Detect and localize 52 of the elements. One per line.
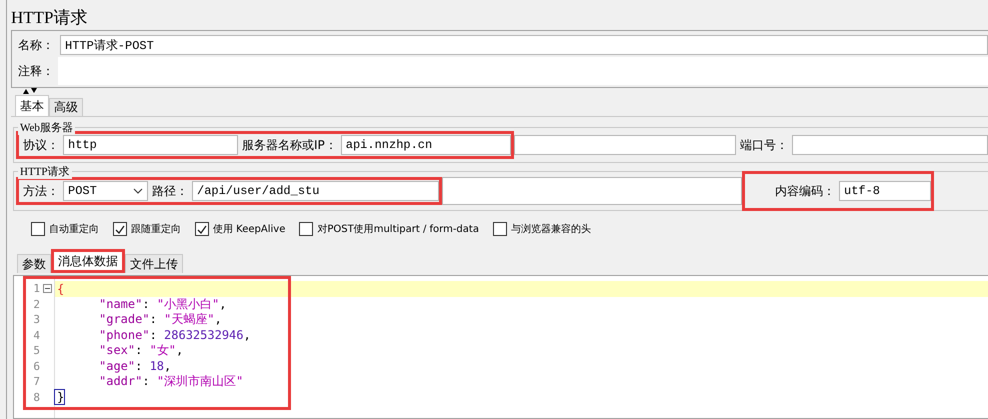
- panel-title: HTTP请求: [11, 7, 88, 29]
- code-line: "sex": "女",: [98, 342, 184, 360]
- code-line: "grade": "天蝎座",: [98, 311, 222, 328]
- server-label: 服务器名称或IP：: [241, 136, 338, 154]
- port-label: 端口号：: [738, 136, 789, 154]
- collapse-arrows-icon[interactable]: [23, 88, 37, 94]
- line-number: 6: [33, 360, 40, 373]
- protocol-field[interactable]: http: [63, 135, 238, 155]
- code-line: "age": 18,: [98, 359, 172, 374]
- line-number: 3: [33, 313, 40, 326]
- protocol-label: 协议：: [22, 136, 60, 154]
- checkbox-option[interactable]: 与浏览器兼容的头: [492, 222, 591, 236]
- encoding-label: 内容编码：: [774, 182, 836, 200]
- brace: {: [56, 282, 64, 296]
- path-label: 路径：: [151, 182, 189, 200]
- tab[interactable]: 文件上传: [125, 254, 183, 273]
- code-editor[interactable]: 1 2 3 4 5 6 7 8 { "name": "小黑小白", "grade": "天蝎座", "phone": 28632532946, "sex": "女", "age": 18, "addr": "深圳市南山区" }: [13, 275, 988, 419]
- checkbox-option[interactable]: 使用 KeepAlive: [195, 222, 286, 236]
- server-field[interactable]: api.nnzhp.cn: [340, 135, 511, 155]
- checkmark-icon: [115, 224, 125, 234]
- encoding-field[interactable]: utf-8: [839, 181, 931, 201]
- group-legend: HTTP请求: [18, 164, 72, 179]
- tab[interactable]: 参数: [17, 254, 51, 273]
- fold-icon: [43, 284, 52, 294]
- line-number: 7: [33, 375, 40, 388]
- method-dropdown[interactable]: POST: [63, 181, 148, 201]
- name-field[interactable]: HTTP请求-POST: [60, 35, 988, 55]
- comment-label: 注释：: [17, 62, 55, 80]
- text-field[interactable]: [442, 177, 742, 205]
- code-line: "phone": 28632532946,: [98, 328, 251, 342]
- port-field[interactable]: [792, 135, 988, 155]
- code-line: "addr": "深圳市南山区": [98, 373, 244, 390]
- brace: }: [55, 390, 64, 404]
- code-line: "name": "小黑小白",: [98, 296, 226, 313]
- path-field[interactable]: /api/user/add_stu: [192, 181, 439, 201]
- checkbox-option[interactable]: 对POST使用multipart / form-data: [299, 222, 479, 236]
- method-label: 方法：: [22, 182, 60, 200]
- text-field[interactable]: [514, 135, 736, 155]
- checkmark-icon: [197, 224, 207, 234]
- tab[interactable]: 基本: [15, 95, 49, 116]
- checkbox-option[interactable]: 自动重定向: [31, 222, 99, 236]
- name-label: 名称：: [17, 36, 55, 54]
- line-number: 2: [33, 298, 40, 311]
- tab[interactable]: 高级: [49, 98, 83, 116]
- chevron-down-icon: [133, 188, 143, 194]
- line-number: 4: [33, 328, 40, 342]
- line-number: 8: [33, 390, 40, 404]
- checkbox-option[interactable]: 跟随重定向: [113, 222, 181, 236]
- tab[interactable]: 消息体数据: [51, 249, 125, 273]
- line-number: 1: [33, 282, 40, 296]
- line-number: 5: [33, 344, 40, 358]
- group-legend: Web服务器: [18, 120, 75, 135]
